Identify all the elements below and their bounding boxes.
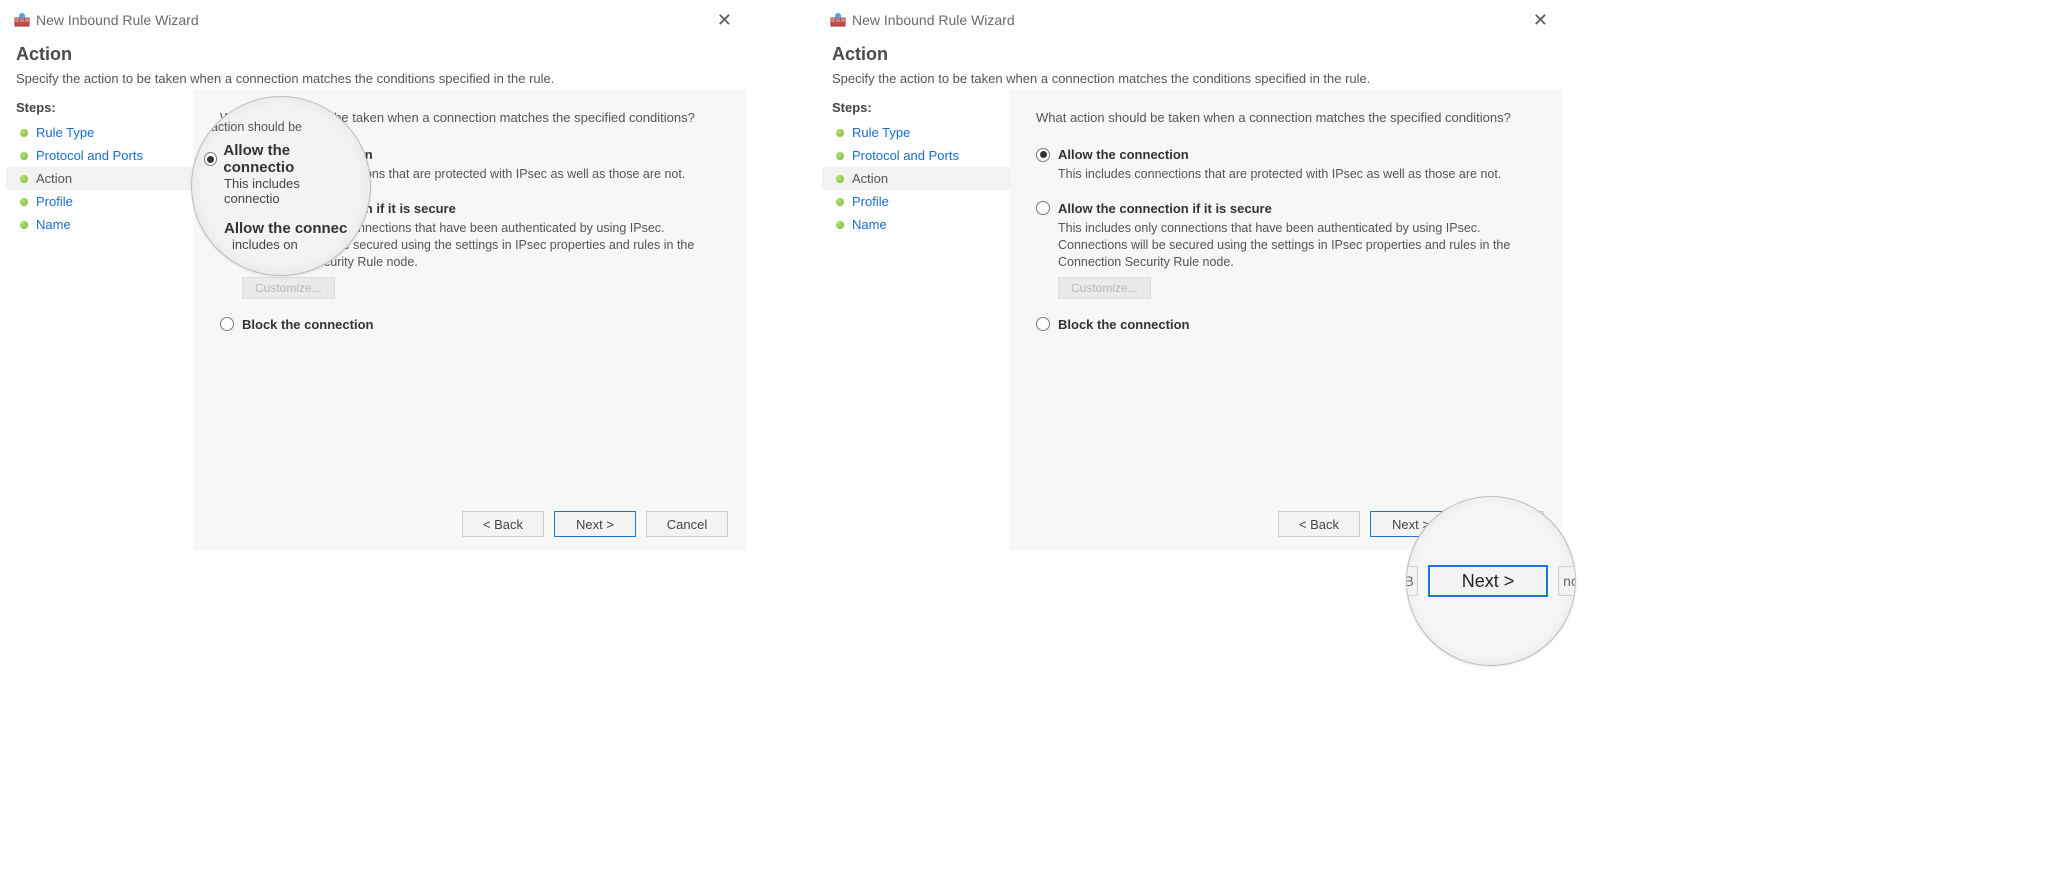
- lens-row: Allow the connectio: [204, 142, 358, 176]
- step-label: Action: [852, 171, 888, 186]
- bullet-icon: [836, 152, 844, 160]
- dialog-right: New Inbound Rule Wizard ✕ Action Specify…: [822, 4, 1562, 604]
- bullet-icon: [20, 129, 28, 137]
- lens-fragment: t action should be: [204, 120, 358, 134]
- window-title: New Inbound Rule Wizard: [852, 12, 1015, 28]
- titlebar-left: New Inbound Rule Wizard: [14, 12, 199, 28]
- header-area: Action Specify the action to be taken wh…: [822, 36, 1562, 90]
- step-label: Name: [852, 217, 887, 232]
- step-name[interactable]: Name: [822, 213, 1010, 236]
- option-row[interactable]: Block the connection: [1036, 317, 1536, 332]
- step-label: Profile: [852, 194, 889, 209]
- footer-bar: < Back Next > Cancel: [194, 498, 746, 550]
- lens-opt2-sub: includes on: [232, 237, 358, 252]
- page-subtitle: Specify the action to be taken when a co…: [832, 71, 1552, 86]
- step-label: Name: [36, 217, 71, 232]
- titlebar: New Inbound Rule Wizard ✕: [822, 4, 1562, 36]
- lens-cancel-fragment: ncel: [1558, 566, 1576, 596]
- step-protocol-ports[interactable]: Protocol and Ports: [6, 144, 194, 167]
- step-action[interactable]: Action: [822, 167, 1010, 190]
- steps-sidebar: Steps: Rule Type Protocol and Ports Acti…: [822, 90, 1010, 550]
- window-title: New Inbound Rule Wizard: [36, 12, 199, 28]
- step-name[interactable]: Name: [6, 213, 194, 236]
- close-icon[interactable]: ✕: [711, 10, 738, 31]
- lens-back-fragment: < B: [1406, 566, 1418, 596]
- step-label: Action: [36, 171, 72, 186]
- step-profile[interactable]: Profile: [6, 190, 194, 213]
- lens-opt1: Allow the connectio: [223, 142, 358, 176]
- page-title: Action: [16, 44, 736, 65]
- radio-block[interactable]: [1036, 317, 1050, 331]
- next-button[interactable]: Next >: [554, 511, 636, 537]
- page-subtitle: Specify the action to be taken when a co…: [16, 71, 736, 86]
- lens-content: t action should be Allow the connectio T…: [192, 110, 370, 262]
- option-allow: Allow the connection This includes conne…: [1036, 147, 1536, 183]
- bullet-icon: [20, 152, 28, 160]
- step-label: Profile: [36, 194, 73, 209]
- step-label: Rule Type: [852, 125, 910, 140]
- steps-sidebar: Steps: Rule Type Protocol and Ports Acti…: [6, 90, 194, 550]
- page-title: Action: [832, 44, 1552, 65]
- step-protocol-ports[interactable]: Protocol and Ports: [822, 144, 1010, 167]
- lens-content: < B Next > ncel: [1407, 497, 1575, 665]
- firewall-icon: [830, 12, 846, 28]
- step-label: Rule Type: [36, 125, 94, 140]
- radio-block[interactable]: [220, 317, 234, 331]
- step-label: Protocol and Ports: [36, 148, 143, 163]
- cancel-button[interactable]: Cancel: [646, 511, 728, 537]
- option-row[interactable]: Block the connection: [220, 317, 720, 332]
- prompt-text: What action should be taken when a conne…: [1036, 110, 1536, 125]
- back-button[interactable]: < Back: [462, 511, 544, 537]
- steps-heading: Steps:: [822, 96, 1010, 121]
- step-rule-type[interactable]: Rule Type: [822, 121, 1010, 144]
- body-row: Steps: Rule Type Protocol and Ports Acti…: [822, 90, 1562, 550]
- titlebar-left: New Inbound Rule Wizard: [830, 12, 1015, 28]
- dialog-left: New Inbound Rule Wizard ✕ Action Specify…: [6, 4, 746, 604]
- lens-opt1-sub: This includes connectio: [224, 176, 358, 206]
- titlebar: New Inbound Rule Wizard ✕: [6, 4, 746, 36]
- option-row[interactable]: Allow the connection if it is secure: [1036, 201, 1536, 216]
- option-allow-secure: Allow the connection if it is secure Thi…: [1036, 201, 1536, 299]
- bullet-icon: [20, 198, 28, 206]
- lens-opt2: Allow the connec: [224, 220, 347, 237]
- bullet-icon: [836, 129, 844, 137]
- stage: New Inbound Rule Wizard ✕ Action Specify…: [0, 0, 2048, 871]
- step-label: Protocol and Ports: [852, 148, 959, 163]
- option-block: Block the connection: [1036, 317, 1536, 332]
- steps-heading: Steps:: [6, 96, 194, 121]
- firewall-icon: [14, 12, 30, 28]
- back-button[interactable]: < Back: [1278, 511, 1360, 537]
- lens-next-button: Next >: [1428, 565, 1548, 597]
- magnifier-lens-options: t action should be Allow the connectio T…: [191, 96, 371, 276]
- radio-allow-secure[interactable]: [1036, 201, 1050, 215]
- bullet-icon: [836, 198, 844, 206]
- body-row: Steps: Rule Type Protocol and Ports Acti…: [6, 90, 746, 550]
- step-rule-type[interactable]: Rule Type: [6, 121, 194, 144]
- main-panel: What action should be taken when a conne…: [1010, 90, 1562, 550]
- option-desc: This includes connections that are prote…: [1058, 166, 1528, 183]
- customize-button: Customize...: [242, 277, 335, 299]
- bullet-icon: [20, 175, 28, 183]
- option-label: Block the connection: [242, 317, 373, 332]
- step-profile[interactable]: Profile: [822, 190, 1010, 213]
- step-action[interactable]: Action: [6, 167, 194, 190]
- header-area: Action Specify the action to be taken wh…: [6, 36, 746, 90]
- bullet-icon: [20, 221, 28, 229]
- customize-button: Customize...: [1058, 277, 1151, 299]
- option-label: Allow the connection if it is secure: [1058, 201, 1272, 216]
- close-icon[interactable]: ✕: [1527, 10, 1554, 31]
- magnifier-lens-next: < B Next > ncel: [1406, 496, 1576, 666]
- option-row[interactable]: Allow the connection: [1036, 147, 1536, 162]
- option-block: Block the connection: [220, 317, 720, 332]
- radio-allow[interactable]: [1036, 148, 1050, 162]
- option-desc: This includes only connections that have…: [1058, 220, 1528, 271]
- bullet-icon: [836, 175, 844, 183]
- radio-icon: [204, 152, 217, 166]
- option-label: Allow the connection: [1058, 147, 1189, 162]
- lens-row: Allow the connec: [204, 220, 358, 237]
- bullet-icon: [836, 221, 844, 229]
- option-label: Block the connection: [1058, 317, 1189, 332]
